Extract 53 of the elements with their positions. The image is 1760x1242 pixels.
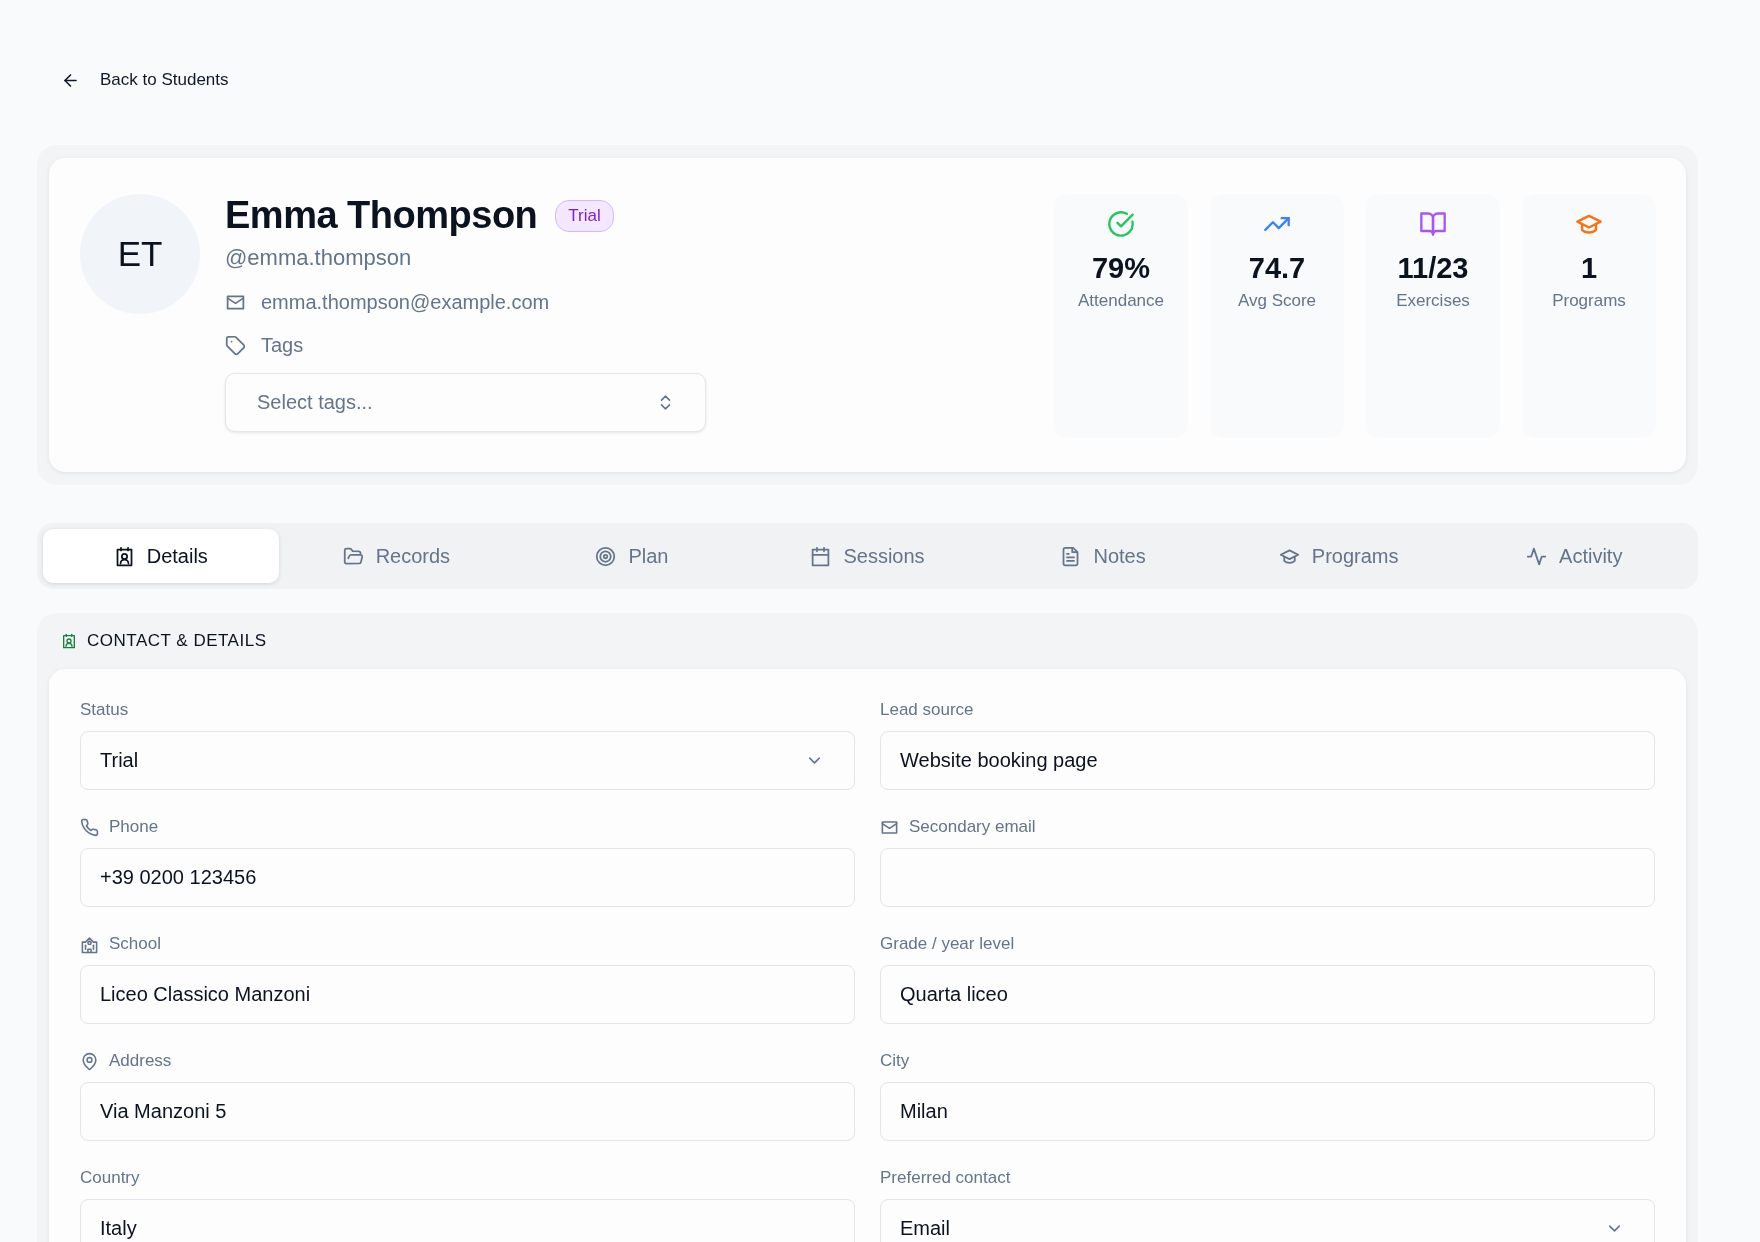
field-label: School [109, 934, 161, 954]
stat-label: Programs [1552, 291, 1626, 311]
input-field[interactable]: Milan [880, 1082, 1655, 1141]
stat-value: 79% [1091, 252, 1150, 285]
input-field[interactable] [880, 848, 1655, 907]
pulse-line-icon [1526, 545, 1548, 567]
select-field[interactable]: Email [880, 1199, 1655, 1242]
school-building-icon [80, 934, 99, 954]
field-label: City [880, 1051, 910, 1071]
tab[interactable]: Notes [985, 529, 1221, 583]
tag-icon [225, 335, 246, 356]
tab[interactable]: Details [43, 529, 279, 583]
tab[interactable]: Programs [1220, 529, 1457, 583]
field-label: Country [80, 1168, 140, 1188]
target-icon [595, 545, 617, 567]
field-label: Secondary email [909, 817, 1036, 837]
stat-label: Exercises [1396, 291, 1470, 311]
input-field[interactable]: +39 0200 123456 [80, 848, 855, 907]
input-field[interactable]: Via Manzoni 5 [80, 1082, 855, 1141]
input-field[interactable]: Liceo Classico Manzoni [80, 965, 855, 1024]
field-label: Preferred contact [880, 1168, 1011, 1188]
id-badge-icon [61, 633, 77, 649]
tags-select[interactable]: Select tags... [225, 373, 706, 432]
stat-value: 1 [1580, 252, 1598, 285]
field-label: Address [109, 1051, 172, 1071]
email-text: emma.thompson@example.com [261, 291, 550, 314]
student-name: Emma Thompson [225, 194, 538, 237]
input-field[interactable]: Website booking page [880, 731, 1655, 790]
calendar-icon [810, 545, 832, 567]
tab[interactable]: Records [278, 529, 515, 583]
avatar: ET [80, 194, 200, 314]
stat-value: 11/23 [1397, 252, 1469, 285]
stat-label: Attendance [1078, 291, 1164, 311]
phone-icon [80, 817, 99, 837]
field-label: Lead source [880, 700, 974, 720]
stat-value: 74.7 [1248, 252, 1306, 285]
field-label: Phone [109, 817, 159, 837]
input-field[interactable]: Italy [80, 1199, 855, 1242]
back-link[interactable]: Back to Students [61, 70, 229, 90]
stat-label: Avg Score [1237, 291, 1317, 311]
section-title: CONTACT & DETAILS [87, 631, 267, 651]
tab[interactable]: Plan [514, 529, 750, 583]
select-field[interactable]: Trial [80, 731, 855, 790]
tab[interactable]: Activity [1456, 529, 1693, 583]
tab[interactable]: Sessions [749, 529, 986, 583]
tags-label: Tags [261, 334, 304, 357]
username: @emma.thompson [225, 245, 413, 271]
map-pin-icon [80, 1051, 99, 1071]
status-badge: Trial [555, 199, 614, 232]
input-field[interactable]: Quarta liceo [880, 965, 1655, 1024]
folder-icon [342, 545, 364, 567]
field-label: Grade / year level [880, 934, 1015, 954]
field-label: Status [80, 700, 129, 720]
